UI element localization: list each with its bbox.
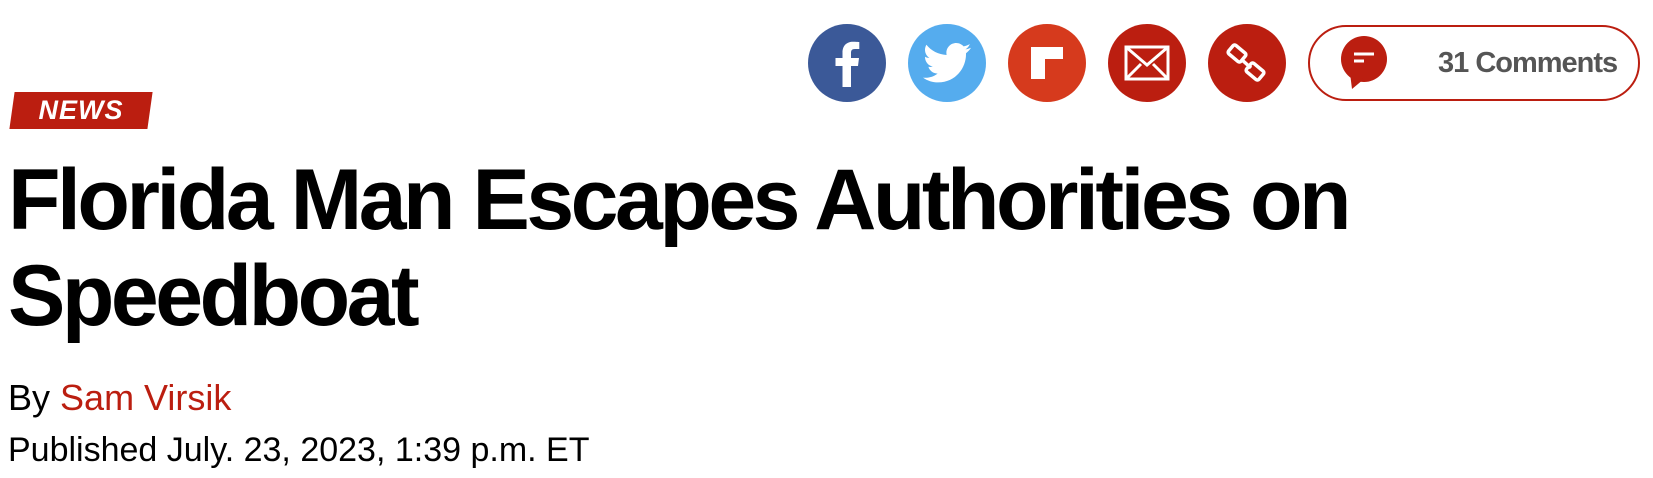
section-tag[interactable]: NEWS [9, 92, 153, 129]
share-twitter-button[interactable] [908, 24, 986, 102]
comments-button[interactable]: 31 Comments [1308, 25, 1640, 101]
twitter-icon [923, 43, 971, 83]
share-flipboard-button[interactable] [1008, 24, 1086, 102]
link-icon [1226, 43, 1266, 82]
byline: By Sam Virsik [8, 378, 231, 418]
share-facebook-button[interactable] [808, 24, 886, 102]
flipboard-icon [1031, 47, 1063, 79]
share-email-button[interactable] [1108, 24, 1186, 102]
facebook-icon [835, 41, 860, 87]
publish-date: Published July. 23, 2023, 1:39 p.m. ET [8, 431, 590, 469]
byline-prefix: By [8, 377, 51, 418]
share-bar: 31 Comments [808, 24, 1640, 102]
section-tag-label: NEWS [38, 95, 124, 125]
comments-count-label: 31 Comments [1438, 46, 1618, 79]
comment-bubble-icon [1340, 35, 1388, 91]
copy-link-button[interactable] [1208, 24, 1286, 102]
article-headline: Florida Man Escapes Authorities on Speed… [8, 152, 1352, 344]
email-icon [1124, 45, 1170, 81]
author-link[interactable]: Sam Virsik [60, 377, 231, 418]
